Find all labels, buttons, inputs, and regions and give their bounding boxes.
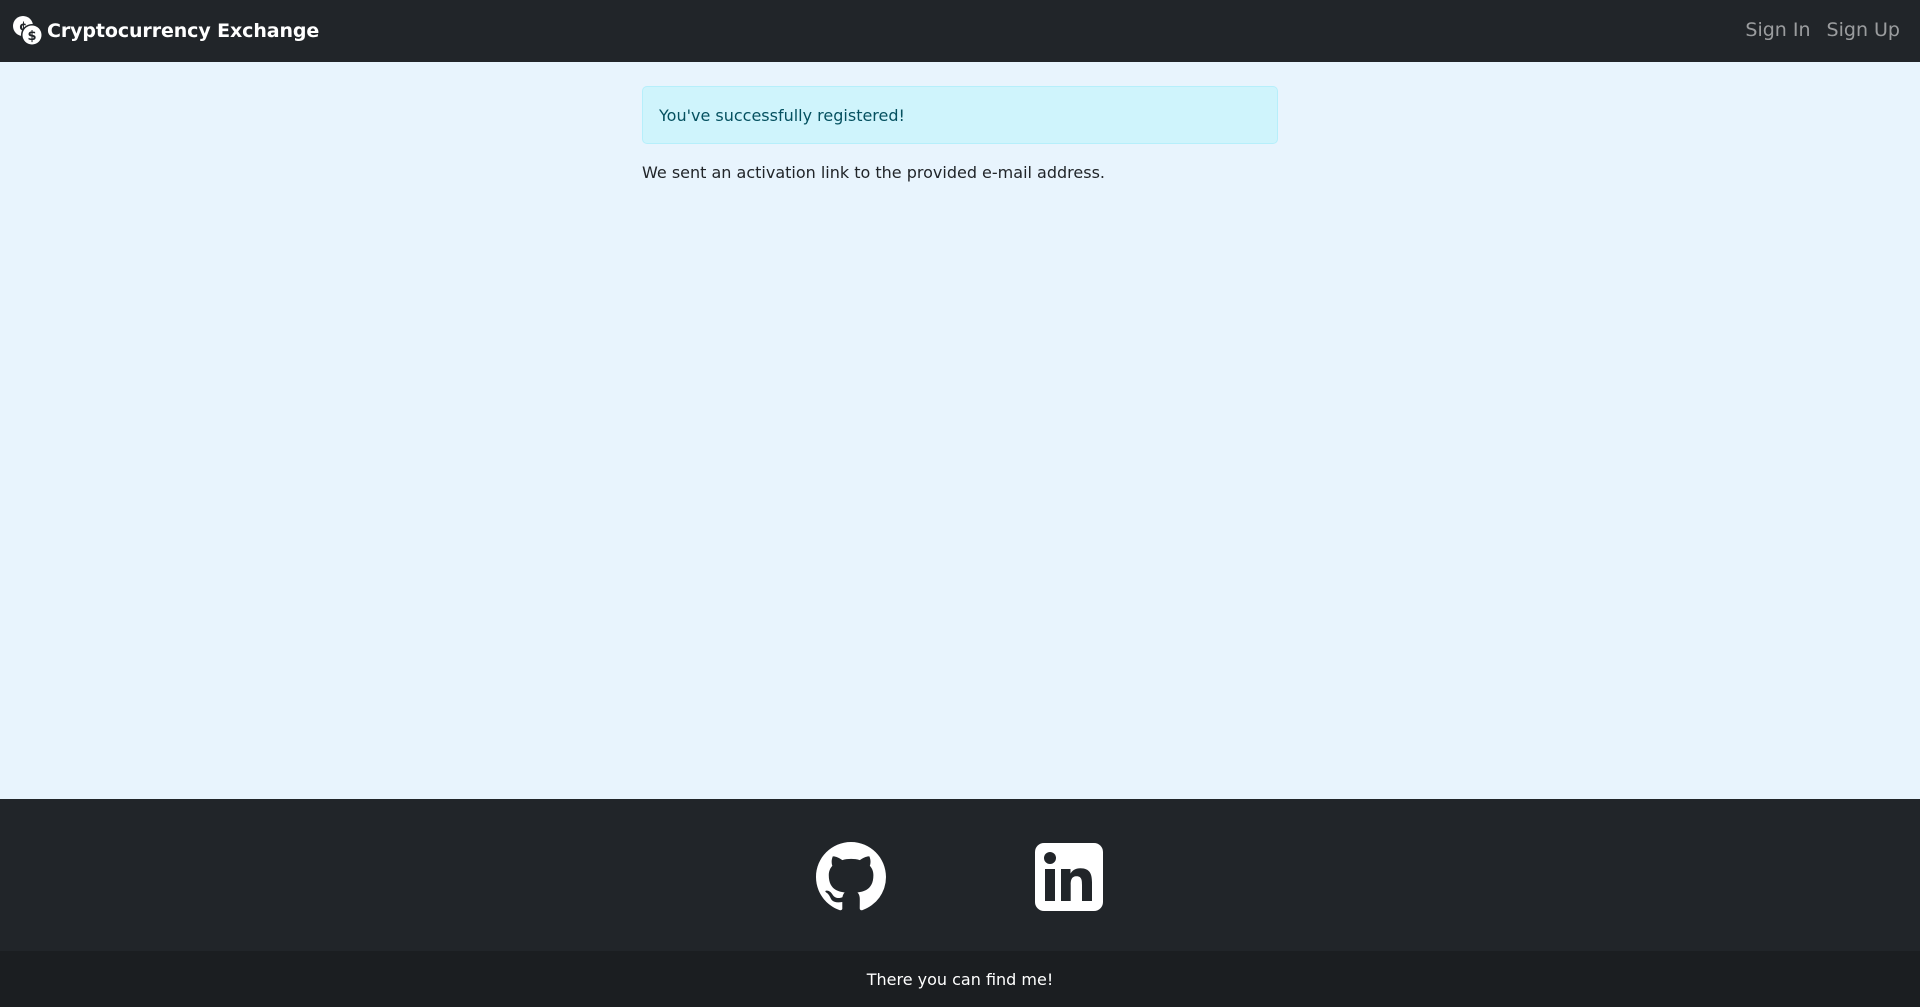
svg-text:$: $ [27,29,36,44]
github-icon [816,842,886,912]
coins-icon: ¢ $ [12,15,44,47]
github-link[interactable] [816,842,886,912]
activation-message: We sent an activation link to the provid… [642,163,1105,182]
brand-link[interactable]: ¢ $ Cryptocurrency Exchange [12,14,319,48]
success-alert: You've successfully registered! [642,86,1278,144]
brand-title: Cryptocurrency Exchange [47,20,320,42]
linkedin-link[interactable] [1034,842,1104,912]
sign-up-link[interactable]: Sign Up [1827,19,1900,41]
navbar: ¢ $ Cryptocurrency Exchange Sign In Sign… [0,0,1920,62]
footer-caption-bar: There you can find me! [0,951,1920,1007]
footer-caption: There you can find me! [866,969,1054,989]
main-content: You've successfully registered! We sent … [642,86,1278,198]
nav-links: Sign In Sign Up [1729,19,1900,41]
sign-in-link[interactable]: Sign In [1745,19,1810,41]
footer [0,799,1920,951]
linkedin-icon [1034,842,1104,912]
success-alert-text: You've successfully registered! [659,105,905,125]
